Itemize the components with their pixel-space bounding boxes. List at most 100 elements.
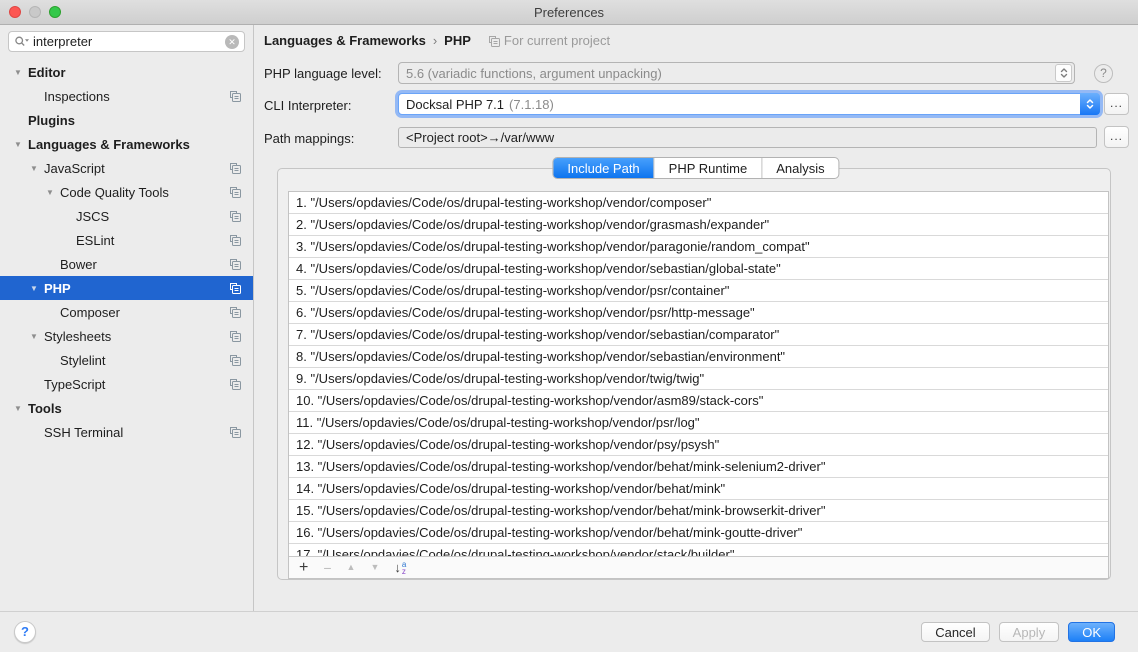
remove-path-button[interactable]: − [323,561,331,575]
include-path-row[interactable]: 13. "/Users/opdavies/Code/os/drupal-test… [289,456,1108,478]
sidebar-item-label: JSCS [76,209,109,224]
sidebar-item-inspections[interactable]: Inspections [0,84,253,108]
title-bar[interactable]: Preferences [0,0,1138,25]
settings-search-box[interactable]: ✕ [8,31,245,52]
sidebar-item-label: Languages & Frameworks [28,137,190,152]
include-path-row[interactable]: 12. "/Users/opdavies/Code/os/drupal-test… [289,434,1108,456]
cli-interpreter-label: CLI Interpreter: [264,98,351,113]
window-controls [9,6,61,18]
apply-button[interactable]: Apply [999,622,1060,642]
php-settings-page: Languages & Frameworks › PHP For current… [254,25,1138,611]
sidebar-item-typescript[interactable]: TypeScript [0,372,253,396]
help-button[interactable]: ? [14,621,36,643]
project-scope-icon [229,330,241,342]
sidebar-item-composer[interactable]: Composer [0,300,253,324]
breadcrumb-separator-icon: › [433,33,437,48]
minimize-window-button [29,6,41,18]
cli-interpreter-combobox[interactable]: Docksal PHP 7.1 (7.1.18) [398,93,1100,115]
project-scope-icon [229,354,241,366]
sidebar-item-eslint[interactable]: ESLint [0,228,253,252]
sidebar-item-label: TypeScript [44,377,105,392]
project-scope-icon [229,162,241,174]
include-path-row[interactable]: 3. "/Users/opdavies/Code/os/drupal-testi… [289,236,1108,258]
move-down-button[interactable]: ▼ [370,563,379,572]
path-mappings-value: <Project root>→/var/www [406,130,554,145]
sidebar-item-label: Editor [28,65,66,80]
include-path-row[interactable]: 14. "/Users/opdavies/Code/os/drupal-test… [289,478,1108,500]
expand-arrow-icon[interactable]: ▼ [8,140,28,149]
breadcrumb-current: PHP [444,33,471,48]
include-path-list-box: 1. "/Users/opdavies/Code/os/drupal-testi… [288,191,1109,579]
expand-arrow-icon[interactable]: ▼ [24,284,44,293]
include-path-row[interactable]: 1. "/Users/opdavies/Code/os/drupal-testi… [289,192,1108,214]
language-level-value: 5.6 (variadic functions, argument unpack… [406,66,662,81]
list-toolbar: + − ▲ ▼ ↓ a z [289,556,1108,578]
include-path-list: 1. "/Users/opdavies/Code/os/drupal-testi… [289,192,1108,556]
sidebar-item-label: Inspections [44,89,110,104]
path-mappings-browse-button[interactable]: ... [1104,126,1129,148]
tab-include-path[interactable]: Include Path [553,158,653,178]
stepper-chevrons-icon[interactable] [1055,64,1072,82]
sidebar-item-code-quality-tools[interactable]: ▼Code Quality Tools [0,180,253,204]
sidebar-item-ssh-terminal[interactable]: SSH Terminal [0,420,253,444]
include-path-row[interactable]: 9. "/Users/opdavies/Code/os/drupal-testi… [289,368,1108,390]
stepper-chevrons-icon[interactable] [1080,93,1100,115]
close-window-button[interactable] [9,6,21,18]
include-path-row[interactable]: 10. "/Users/opdavies/Code/os/drupal-test… [289,390,1108,412]
sidebar-item-label: Bower [60,257,97,272]
include-path-row[interactable]: 2. "/Users/opdavies/Code/os/drupal-testi… [289,214,1108,236]
zoom-window-button[interactable] [49,6,61,18]
project-scope-icon [229,186,241,198]
add-path-button[interactable]: + [299,560,308,576]
sidebar-item-javascript[interactable]: ▼JavaScript [0,156,253,180]
path-mappings-field[interactable]: <Project root>→/var/www [398,127,1097,148]
sidebar-item-php[interactable]: ▼PHP [0,276,253,300]
search-input[interactable] [33,34,225,49]
sidebar-item-label: Stylelint [60,353,106,368]
settings-sidebar: ✕ ▼EditorInspectionsPlugins▼Languages & … [0,25,254,611]
move-up-button[interactable]: ▲ [347,563,356,572]
cancel-button[interactable]: Cancel [921,622,989,642]
cli-interpreter-value: Docksal PHP 7.1 [406,97,504,112]
expand-arrow-icon[interactable]: ▼ [24,332,44,341]
cli-interpreter-browse-button[interactable]: ... [1104,93,1129,115]
include-path-row[interactable]: 15. "/Users/opdavies/Code/os/drupal-test… [289,500,1108,522]
window-title: Preferences [534,5,604,20]
sidebar-item-stylelint[interactable]: Stylelint [0,348,253,372]
sidebar-item-bower[interactable]: Bower [0,252,253,276]
settings-tree: ▼EditorInspectionsPlugins▼Languages & Fr… [0,60,253,444]
sidebar-item-tools[interactable]: ▼Tools [0,396,253,420]
project-scope-icon [229,234,241,246]
cli-interpreter-version: (7.1.18) [509,97,554,112]
sidebar-item-editor[interactable]: ▼Editor [0,60,253,84]
expand-arrow-icon[interactable]: ▼ [8,404,28,413]
sidebar-item-label: Stylesheets [44,329,111,344]
tab-php-runtime[interactable]: PHP Runtime [654,158,762,178]
ok-button[interactable]: OK [1068,622,1115,642]
sidebar-item-stylesheets[interactable]: ▼Stylesheets [0,324,253,348]
expand-arrow-icon[interactable]: ▼ [40,188,60,197]
view-tabs: Include PathPHP RuntimeAnalysis [552,157,839,179]
include-path-row[interactable]: 7. "/Users/opdavies/Code/os/drupal-testi… [289,324,1108,346]
include-path-row[interactable]: 6. "/Users/opdavies/Code/os/drupal-testi… [289,302,1108,324]
help-icon[interactable]: ? [1094,64,1113,83]
include-path-row[interactable]: 11. "/Users/opdavies/Code/os/drupal-test… [289,412,1108,434]
include-path-row[interactable]: 4. "/Users/opdavies/Code/os/drupal-testi… [289,258,1108,280]
tab-analysis[interactable]: Analysis [761,158,838,178]
sort-alphabetically-button[interactable]: ↓ a z [394,561,406,575]
expand-arrow-icon[interactable]: ▼ [24,164,44,173]
include-path-row[interactable]: 17. "/Users/opdavies/Code/os/drupal-test… [289,544,1108,556]
include-path-row[interactable]: 16. "/Users/opdavies/Code/os/drupal-test… [289,522,1108,544]
sidebar-item-plugins[interactable]: Plugins [0,108,253,132]
include-path-row[interactable]: 8. "/Users/opdavies/Code/os/drupal-testi… [289,346,1108,368]
project-scope-icon [488,35,500,47]
clear-search-icon[interactable]: ✕ [225,35,239,49]
language-level-combobox[interactable]: 5.6 (variadic functions, argument unpack… [398,62,1075,84]
include-path-row[interactable]: 5. "/Users/opdavies/Code/os/drupal-testi… [289,280,1108,302]
sidebar-item-jscs[interactable]: JSCS [0,204,253,228]
sidebar-item-languages-frameworks[interactable]: ▼Languages & Frameworks [0,132,253,156]
expand-arrow-icon[interactable]: ▼ [8,68,28,77]
sidebar-item-label: Code Quality Tools [60,185,169,200]
search-icon [14,35,30,49]
breadcrumb-parent[interactable]: Languages & Frameworks [264,33,426,48]
